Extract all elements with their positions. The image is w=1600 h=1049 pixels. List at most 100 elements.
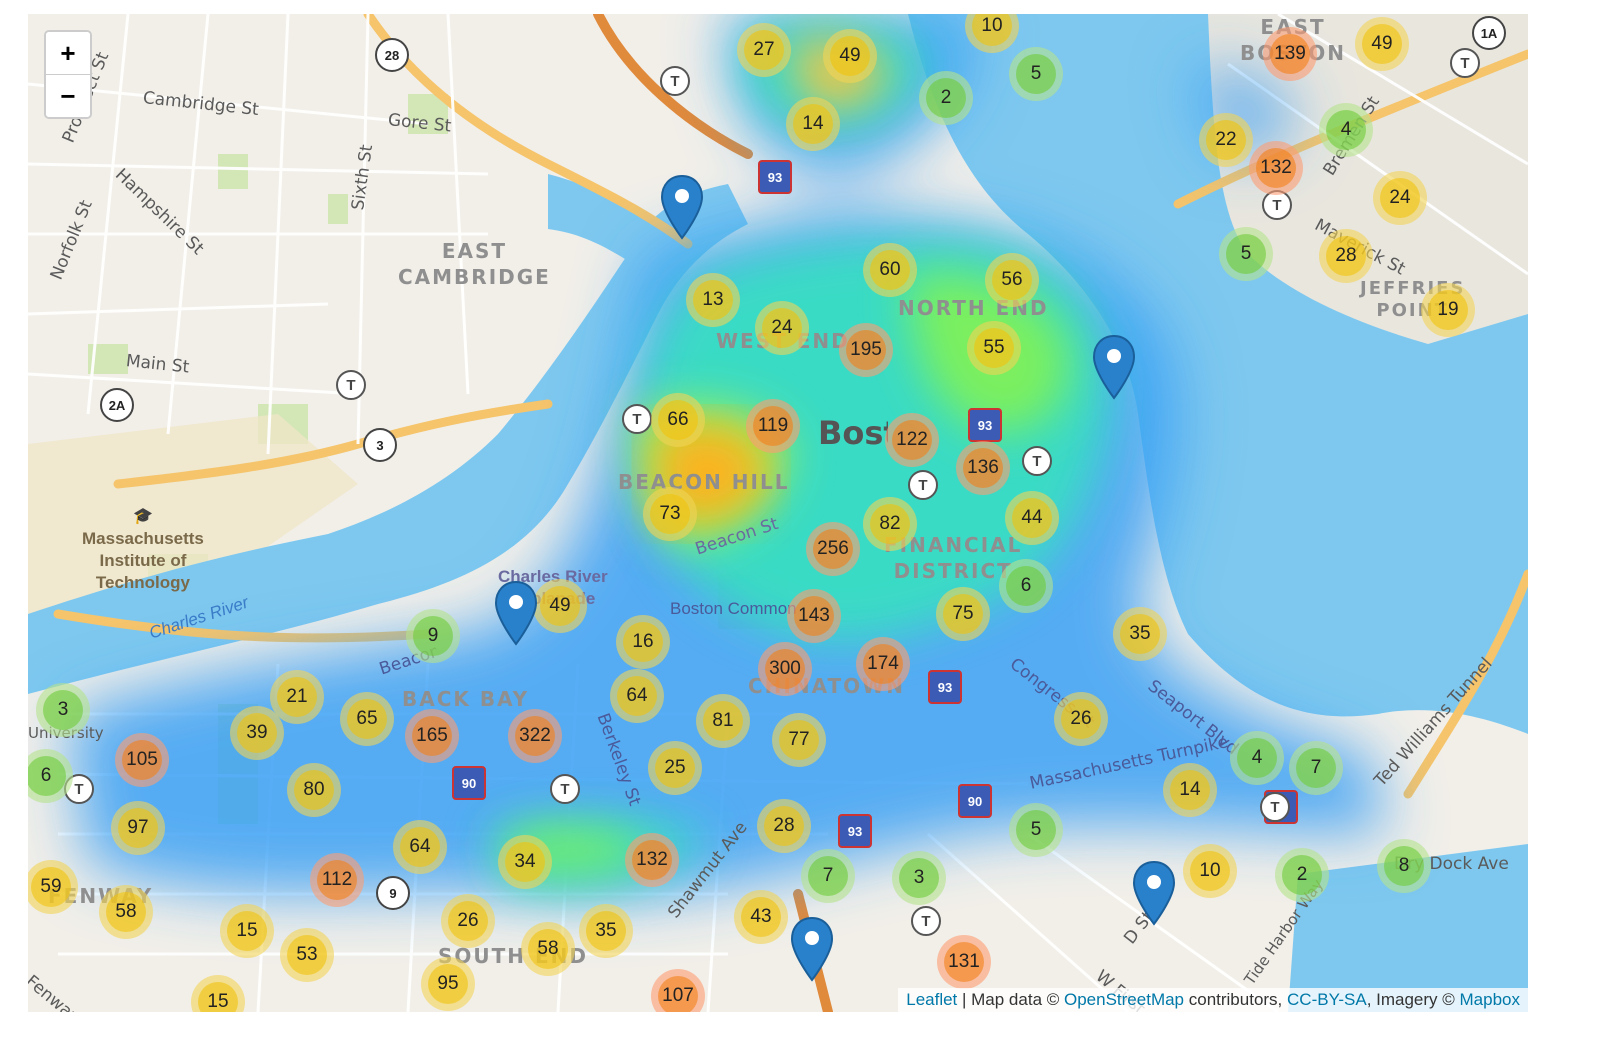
cluster-marker[interactable]: 132 (1249, 141, 1303, 195)
cluster-marker[interactable]: 44 (1005, 491, 1059, 545)
cluster-marker[interactable]: 165 (405, 709, 459, 763)
cluster-marker[interactable]: 28 (1319, 229, 1373, 283)
cluster-marker[interactable]: 5 (1009, 47, 1063, 101)
cluster-marker[interactable]: 7 (801, 849, 855, 903)
cluster-count: 21 (277, 677, 317, 717)
cluster-marker[interactable]: 15 (220, 904, 274, 958)
cluster-marker[interactable]: 56 (985, 253, 1039, 307)
subway-t-icon: T (622, 404, 652, 434)
cluster-marker[interactable]: 49 (823, 29, 877, 83)
cluster-marker[interactable]: 174 (856, 637, 910, 691)
cluster-marker[interactable]: 19 (1421, 283, 1475, 337)
map-pin-icon[interactable] (660, 174, 704, 240)
cluster-marker[interactable]: 28 (757, 799, 811, 853)
cluster-marker[interactable]: 55 (967, 321, 1021, 375)
cluster-marker[interactable]: 300 (758, 642, 812, 696)
cluster-marker[interactable]: 26 (1054, 692, 1108, 746)
cluster-marker[interactable]: 81 (696, 694, 750, 748)
cluster-marker[interactable]: 49 (533, 579, 587, 633)
poi-boston-common: Boston Common (670, 598, 797, 620)
cluster-marker[interactable]: 16 (616, 615, 670, 669)
cluster-count: 256 (813, 529, 853, 569)
cluster-marker[interactable]: 14 (1163, 763, 1217, 817)
cluster-marker[interactable]: 6 (999, 559, 1053, 613)
cluster-marker[interactable]: 195 (839, 323, 893, 377)
cluster-marker[interactable]: 3 (36, 683, 90, 737)
cluster-marker[interactable]: 8 (1377, 839, 1431, 893)
cluster-count: 300 (765, 649, 805, 689)
cluster-marker[interactable]: 5 (1219, 227, 1273, 281)
cluster-marker[interactable]: 53 (280, 928, 334, 982)
cluster-marker[interactable]: 66 (651, 393, 705, 447)
map-pin-icon[interactable] (494, 580, 538, 646)
cluster-marker[interactable]: 75 (936, 587, 990, 641)
cluster-marker[interactable]: 14 (786, 97, 840, 151)
map-pin-icon[interactable] (790, 916, 834, 982)
cluster-marker[interactable]: 9 (406, 609, 460, 663)
cluster-marker[interactable]: 58 (99, 885, 153, 939)
cluster-marker[interactable]: 256 (806, 522, 860, 576)
cluster-marker[interactable]: 39 (230, 706, 284, 760)
cluster-marker[interactable]: 35 (1113, 607, 1167, 661)
cluster-marker[interactable]: 4 (1319, 103, 1373, 157)
cluster-marker[interactable]: 82 (863, 497, 917, 551)
mapbox-link[interactable]: Mapbox (1460, 990, 1520, 1009)
cluster-marker[interactable]: 27 (737, 23, 791, 77)
cluster-marker[interactable]: 2 (919, 71, 973, 125)
cluster-marker[interactable]: 73 (643, 487, 697, 541)
cluster-marker[interactable]: 77 (772, 713, 826, 767)
map-pin-icon[interactable] (1092, 334, 1136, 400)
zoom-in-button[interactable]: + (46, 32, 90, 74)
cluster-marker[interactable]: 65 (340, 692, 394, 746)
cluster-marker[interactable]: 143 (787, 589, 841, 643)
cluster-marker[interactable]: 26 (441, 894, 495, 948)
cluster-count: 112 (317, 860, 357, 900)
cluster-count: 53 (287, 935, 327, 975)
cluster-marker[interactable]: 49 (1355, 17, 1409, 71)
subway-t-icon: T (1260, 792, 1290, 822)
cluster-marker[interactable]: 24 (1373, 171, 1427, 225)
license-link[interactable]: CC-BY-SA (1287, 990, 1367, 1009)
cluster-marker[interactable]: 139 (1263, 27, 1317, 81)
cluster-marker[interactable]: 4 (1230, 731, 1284, 785)
cluster-count: 5 (1226, 234, 1266, 274)
cluster-marker[interactable]: 64 (610, 669, 664, 723)
cluster-marker[interactable]: 7 (1289, 741, 1343, 795)
cluster-count: 136 (963, 448, 1003, 488)
map-pin-icon[interactable] (1132, 860, 1176, 926)
cluster-marker[interactable]: 64 (393, 820, 447, 874)
cluster-count: 143 (794, 596, 834, 636)
cluster-marker[interactable]: 322 (508, 709, 562, 763)
cluster-count: 49 (1362, 24, 1402, 64)
cluster-marker[interactable]: 95 (421, 957, 475, 1011)
cluster-marker[interactable]: 35 (579, 904, 633, 958)
cluster-marker[interactable]: 13 (686, 273, 740, 327)
cluster-marker[interactable]: 136 (956, 441, 1010, 495)
subway-t-icon: T (911, 906, 941, 936)
cluster-count: 66 (658, 400, 698, 440)
cluster-marker[interactable]: 34 (498, 835, 552, 889)
cluster-marker[interactable]: 132 (625, 833, 679, 887)
cluster-marker[interactable]: 105 (115, 733, 169, 787)
cluster-marker[interactable]: 112 (310, 853, 364, 907)
cluster-marker[interactable]: 24 (755, 301, 809, 355)
cluster-marker[interactable]: 22 (1199, 113, 1253, 167)
cluster-marker[interactable]: 122 (885, 413, 939, 467)
cluster-marker[interactable]: 43 (734, 890, 788, 944)
osm-link[interactable]: OpenStreetMap (1064, 990, 1184, 1009)
map-container[interactable]: EAST CAMBRIDGE WEST END NORTH END BEACON… (28, 14, 1528, 1012)
cluster-count: 4 (1326, 110, 1366, 150)
cluster-marker[interactable]: 2 (1275, 848, 1329, 902)
leaflet-link[interactable]: Leaflet (906, 990, 957, 1009)
cluster-marker[interactable]: 10 (1183, 844, 1237, 898)
cluster-marker[interactable]: 80 (287, 763, 341, 817)
zoom-out-button[interactable]: − (46, 74, 90, 117)
cluster-marker[interactable]: 5 (1009, 803, 1063, 857)
cluster-marker[interactable]: 60 (863, 243, 917, 297)
cluster-marker[interactable]: 3 (892, 851, 946, 905)
cluster-marker[interactable]: 119 (746, 399, 800, 453)
cluster-marker[interactable]: 25 (648, 741, 702, 795)
cluster-marker[interactable]: 97 (111, 801, 165, 855)
cluster-marker[interactable]: 131 (937, 935, 991, 989)
cluster-marker[interactable]: 58 (521, 922, 575, 976)
